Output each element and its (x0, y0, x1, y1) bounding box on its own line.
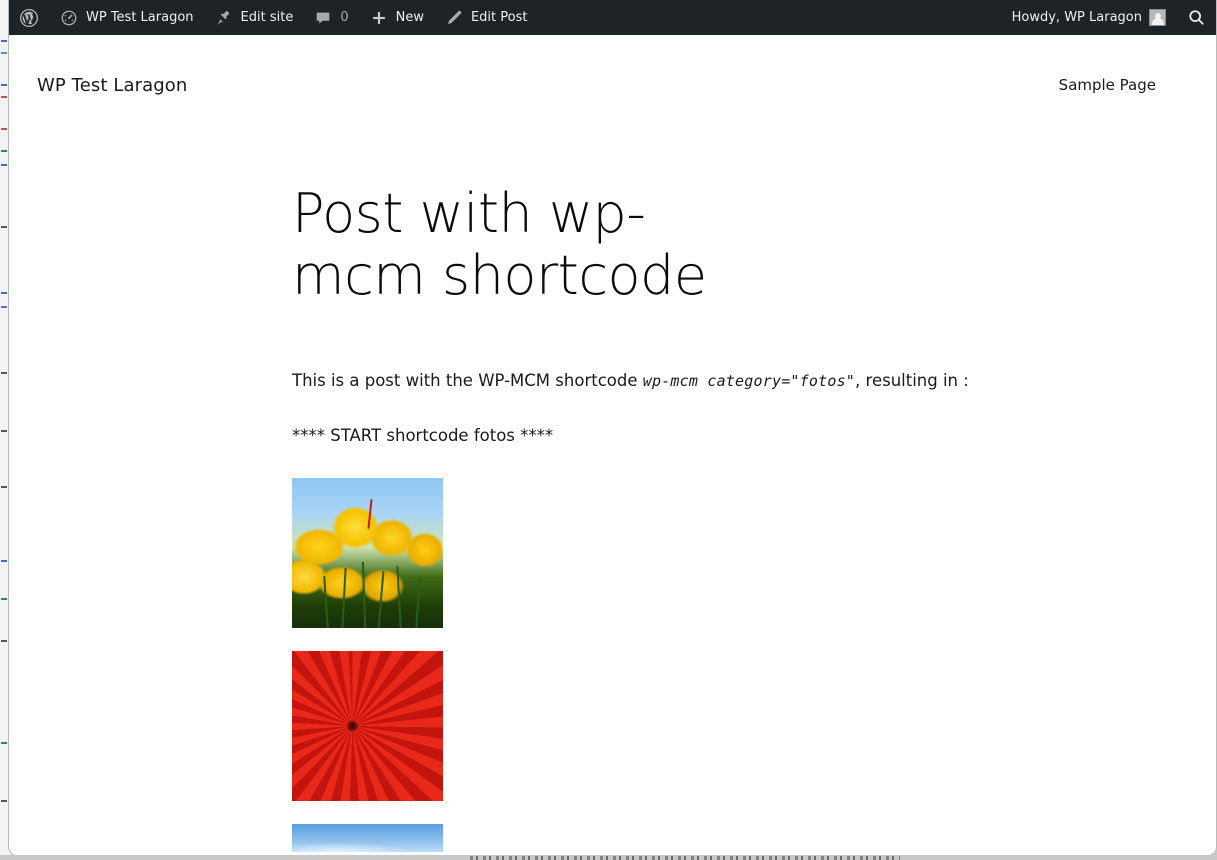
post-article: Post with wp-mcm shortcode This is a pos… (9, 97, 1216, 852)
admin-bar-comment-count: 0 (340, 10, 349, 25)
admin-bar-edit-site-label: Edit site (240, 10, 294, 25)
wordpress-logo-icon (19, 8, 39, 28)
admin-bar-new-content[interactable]: New (359, 0, 434, 35)
gallery-image-yellow-tulips[interactable] (292, 477, 443, 628)
site-header: WP Test Laragon Sample Page (9, 35, 1216, 97)
admin-bar-search[interactable] (1176, 0, 1216, 35)
intro-text-before-code: This is a post with the WP-MCM shortcode (292, 371, 643, 391)
admin-bar-comments[interactable]: 0 (303, 0, 358, 35)
admin-bar-greeting: Howdy, WP Laragon (1011, 10, 1142, 25)
admin-bar-edit-post-label: Edit Post (470, 10, 528, 25)
admin-bar-edit-post[interactable]: Edit Post (434, 0, 538, 35)
comment-bubble-icon (313, 8, 333, 28)
site-title[interactable]: WP Test Laragon (37, 75, 187, 96)
gallery-image-red-chrysanthemum[interactable] (292, 650, 443, 801)
post-title: Post with wp-mcm shortcode (292, 182, 707, 307)
admin-bar-site-name[interactable]: WP Test Laragon (49, 0, 204, 35)
tulip-red-streak (367, 498, 373, 529)
shortcode-start-marker: **** START shortcode fotos **** (292, 426, 554, 446)
user-avatar-icon (1149, 9, 1166, 26)
admin-bar-my-account[interactable]: Howdy, WP Laragon (1002, 0, 1176, 35)
post-intro-paragraph: This is a post with the WP-MCM shortcode… (292, 368, 992, 394)
intro-text-after-code: , resulting in : (855, 371, 969, 391)
plus-icon (369, 8, 389, 28)
admin-bar-site-name-label: WP Test Laragon (86, 10, 194, 25)
pencil-icon (444, 8, 464, 28)
shortcode-inline-code: wp-mcm category="fotos" (642, 372, 856, 391)
primary-navigation: Sample Page (1059, 76, 1156, 94)
wp-admin-bar: WP Test Laragon Edit site 0 New Edit Pos… (9, 0, 1216, 35)
dashboard-speedometer-icon (59, 8, 79, 28)
admin-bar-spacer (537, 0, 1001, 35)
mcm-gallery (292, 477, 1216, 852)
admin-bar-edit-site[interactable]: Edit site (204, 0, 304, 35)
admin-bar-wp-logo[interactable] (9, 0, 49, 35)
window-below-text-row (470, 856, 900, 860)
browser-window: WP Test Laragon Edit site 0 New Edit Pos… (8, 0, 1217, 856)
admin-bar-new-content-label: New (395, 10, 424, 25)
gallery-image-blue-sky[interactable] (292, 823, 443, 852)
pushpin-icon (214, 8, 234, 28)
search-icon (1186, 8, 1206, 28)
nav-item-sample-page[interactable]: Sample Page (1059, 76, 1156, 94)
